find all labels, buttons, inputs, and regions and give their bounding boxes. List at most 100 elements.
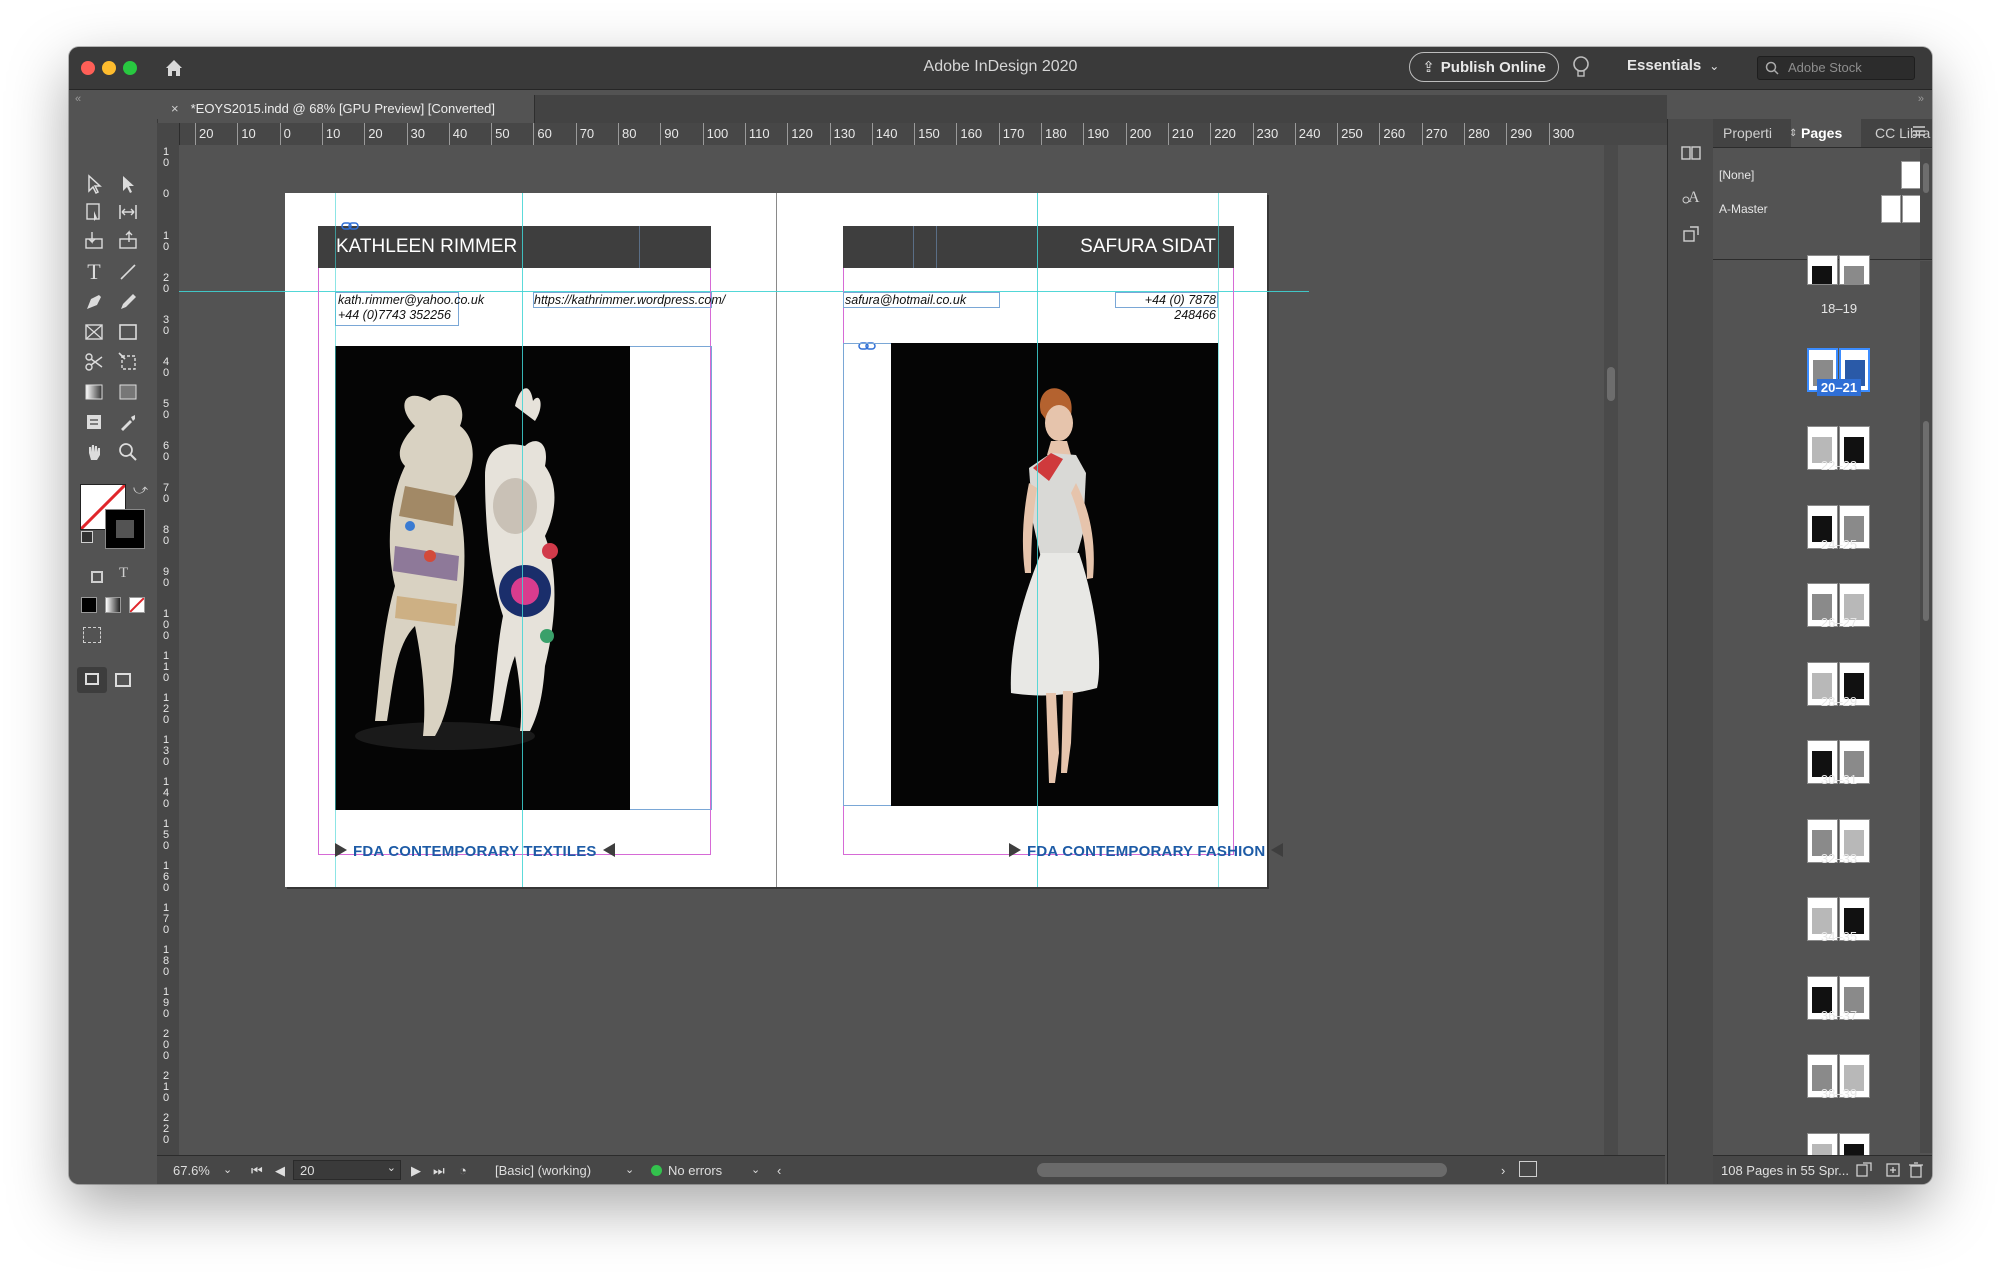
left-artwork-image[interactable] (335, 346, 630, 810)
left-column-guide[interactable] (522, 193, 523, 887)
vertical-scrollbar[interactable] (1604, 145, 1618, 1155)
hand-tool-icon[interactable] (81, 439, 107, 465)
left-name-header[interactable]: KATHLEEN RIMMER (318, 226, 711, 268)
vertical-scroll-thumb[interactable] (1607, 367, 1615, 401)
spread-label[interactable]: 28–29 (1793, 694, 1885, 709)
preflight-status[interactable]: No errors (651, 1163, 722, 1178)
free-transform-tool-icon[interactable] (115, 349, 141, 375)
formatting-text-icon[interactable]: T (119, 565, 128, 582)
right-fashion-photo[interactable] (891, 343, 1218, 806)
spread-label[interactable]: 34–35 (1793, 929, 1885, 944)
next-page-icon[interactable]: ▶ (411, 1163, 421, 1179)
panel-menu-icon[interactable] (1912, 124, 1926, 138)
masters-scroll-thumb[interactable] (1923, 163, 1929, 193)
link-icon[interactable] (341, 221, 359, 231)
left-margin-guide[interactable] (335, 193, 336, 887)
first-page-icon[interactable]: ⏮ (251, 1163, 263, 1179)
profile-chevron-icon[interactable]: ⌄ (625, 1163, 634, 1176)
previous-page-icon[interactable]: ◀ (275, 1163, 285, 1179)
rectangle-tool-icon[interactable] (115, 319, 141, 345)
spread-label[interactable]: 24–25 (1793, 537, 1885, 552)
spread-label[interactable]: 20–21 (1793, 378, 1885, 396)
spread-thumbnail[interactable] (1807, 255, 1871, 285)
pages-scrollbar[interactable] (1920, 261, 1932, 1153)
direct-selection-tool-icon[interactable] (115, 171, 141, 197)
content-placer-icon[interactable] (115, 227, 141, 253)
page-tool-icon[interactable] (81, 199, 107, 225)
direction-icon[interactable] (83, 627, 101, 643)
adobe-stock-search[interactable]: Adobe Stock (1757, 56, 1915, 80)
links-panel-icon[interactable] (1680, 223, 1702, 245)
left-footer-label[interactable]: FDA CONTEMPORARY TEXTILES (335, 843, 615, 860)
spread-label[interactable]: 26–27 (1793, 615, 1885, 630)
page-number-field[interactable]: 20 ⌄ (293, 1160, 401, 1180)
apply-gradient-icon[interactable] (105, 597, 121, 613)
pen-tool-icon[interactable] (81, 289, 107, 315)
tab-pages[interactable]: Pages (1801, 125, 1842, 141)
spread-label[interactable]: 38–39 (1793, 1086, 1885, 1101)
master-a-left-thumb[interactable] (1881, 195, 1901, 223)
zoom-tool-icon[interactable] (115, 439, 141, 465)
content-collector-icon[interactable] (81, 227, 107, 253)
character-styles-icon[interactable]: A (1680, 185, 1702, 207)
new-page-icon[interactable] (1885, 1162, 1901, 1178)
vertical-ruler[interactable]: 1001020304050607080901001101201301401501… (157, 123, 180, 1184)
close-tab-icon[interactable]: × (171, 101, 179, 116)
gradient-feather-tool-icon[interactable] (115, 379, 141, 405)
lightbulb-icon[interactable] (1571, 55, 1591, 81)
right-name-header[interactable]: SAFURA SIDAT (843, 226, 1234, 268)
document-tab[interactable]: × *EOYS2015.indd @ 68% [GPU Preview] [Con… (159, 95, 535, 123)
note-tool-icon[interactable] (81, 409, 107, 435)
masters-scrollbar[interactable] (1920, 149, 1932, 259)
expand-panel-icon[interactable]: » (1918, 93, 1924, 105)
apply-color-icon[interactable] (81, 597, 97, 613)
right-margin-guide[interactable] (1218, 193, 1219, 887)
pages-panel-icon[interactable] (1680, 143, 1702, 165)
master-none[interactable]: [None] (1719, 168, 1754, 182)
tab-properties[interactable]: Properti (1723, 125, 1772, 141)
horizontal-ruler[interactable]: 20 10 0 10 20 30 40 50 60 70 80 90 100 110 120 130 140 15… (179, 123, 1667, 146)
left-contact-frame[interactable]: kath.rimmer@yahoo.co.uk +44 (0)7743 3522… (335, 292, 484, 326)
split-window-icon[interactable] (1519, 1161, 1537, 1177)
master-none-thumb[interactable] (1901, 161, 1921, 189)
spread-label[interactable]: 32–33 (1793, 851, 1885, 866)
spread-label[interactable]: 22–23 (1793, 458, 1885, 473)
apply-none-icon[interactable] (129, 597, 145, 613)
spread-label[interactable]: 30–31 (1793, 772, 1885, 787)
workspace-switcher[interactable]: Essentials ⌄ (1627, 57, 1719, 74)
preflight-icon[interactable]: ◔ (459, 1163, 467, 1178)
right-column-guide[interactable] (1037, 193, 1038, 887)
horizontal-scroll-thumb[interactable] (1037, 1163, 1447, 1177)
swap-fill-stroke-icon[interactable]: ⤻ (133, 481, 148, 498)
selection-tool-icon[interactable] (81, 171, 107, 197)
gradient-swatch-tool-icon[interactable] (81, 379, 107, 405)
scroll-left-icon[interactable]: ‹ (777, 1163, 781, 1178)
gap-tool-icon[interactable] (115, 199, 141, 225)
normal-view-button[interactable] (77, 667, 107, 693)
page-size-icon[interactable] (1855, 1162, 1873, 1178)
right-email-frame[interactable]: safura@hotmail.co.uk (843, 292, 1000, 308)
pencil-tool-icon[interactable] (115, 289, 141, 315)
right-phone-frame[interactable]: +44 (0) 7878 248466 (1115, 292, 1218, 322)
page-thumbnail[interactable] (1839, 255, 1870, 285)
preflight-profile[interactable]: [Basic] (working) (495, 1163, 591, 1178)
publish-online-button[interactable]: ⇪ Publish Online (1409, 52, 1559, 82)
pasteboard[interactable]: KATHLEEN RIMMER kath.rimmer@yahoo.co.uk … (179, 145, 1667, 1155)
scissors-tool-icon[interactable] (81, 349, 107, 375)
line-tool-icon[interactable] (115, 259, 141, 285)
zoom-chevron-icon[interactable]: ⌄ (223, 1163, 232, 1176)
master-a-right-thumb[interactable] (1902, 195, 1922, 223)
last-page-icon[interactable]: ⏭ (433, 1163, 445, 1179)
scroll-right-icon[interactable]: › (1501, 1163, 1505, 1178)
delete-page-icon[interactable] (1909, 1162, 1923, 1178)
errors-chevron-icon[interactable]: ⌄ (751, 1163, 760, 1176)
spread-label[interactable]: 36–37 (1793, 1008, 1885, 1023)
pages-scroll-thumb[interactable] (1923, 421, 1929, 621)
type-tool-icon[interactable]: T (81, 259, 107, 285)
master-a[interactable]: A-Master (1719, 202, 1768, 216)
screen-mode-icon[interactable] (115, 673, 131, 687)
spread-label[interactable]: 18–19 (1793, 301, 1885, 316)
formatting-container-icon[interactable] (91, 571, 103, 583)
rectangle-frame-tool-icon[interactable] (81, 319, 107, 345)
stroke-swatch[interactable] (105, 509, 145, 549)
